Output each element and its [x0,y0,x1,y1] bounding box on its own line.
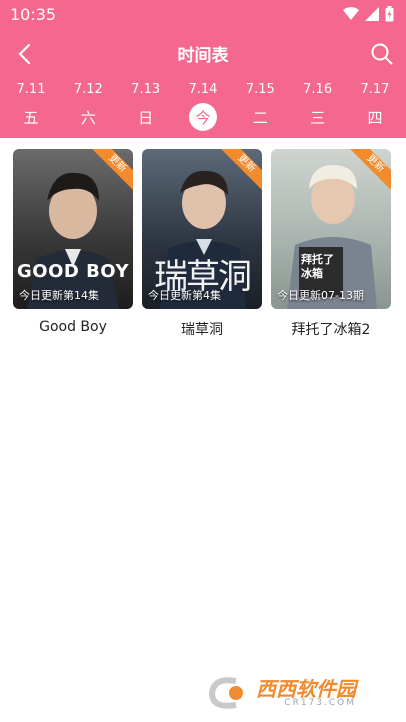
episode-update: 今日更新07-13期 [277,289,364,302]
watermark-brand: 西西软件园 [256,676,356,701]
show-title[interactable]: 瑞草洞 [142,319,262,339]
search-icon [371,43,393,65]
status-bar: 10:35 [0,0,406,28]
signal-icon [365,7,379,21]
weekday-label: 日 [138,108,154,127]
date-tab-0[interactable]: 7.11 五 [6,78,56,138]
poster-title: GOOD BOY [17,261,129,282]
weekday-label: 五 [23,108,39,127]
battery-charging-icon [385,6,394,22]
date-label: 7.14 [188,82,218,97]
poster[interactable]: 瑞草洞 更新 今日更新第4集 [142,149,262,309]
show-title[interactable]: Good Boy [13,319,133,335]
date-tab-2[interactable]: 7.13 日 [121,78,171,138]
weekday-label: 四 [367,108,383,127]
date-label: 7.16 [303,82,333,97]
date-tab-1[interactable]: 7.12 六 [63,78,113,138]
status-time: 10:35 [10,4,57,24]
date-label: 7.11 [16,82,46,97]
date-label: 7.15 [245,82,275,97]
episode-update: 今日更新第4集 [148,289,221,302]
wifi-icon [343,7,359,20]
search-button[interactable] [368,40,396,68]
status-icons [343,6,394,22]
back-arrow-icon [18,43,31,65]
update-badge: 更新 [220,149,262,191]
update-badge: 更新 [349,149,391,191]
date-tab-3[interactable]: 7.14 今 [178,78,228,138]
date-label: 7.17 [360,82,390,97]
date-tab-5[interactable]: 7.16 三 [293,78,343,138]
show-card-good-boy[interactable]: GOOD BOY 更新 今日更新第14集 Good Boy [13,149,133,339]
update-badge-label: 更新 [91,149,133,191]
weekday-label: 六 [80,108,96,127]
watermark-domain: CR173.COM [284,697,356,708]
show-list: GOOD BOY 更新 今日更新第14集 Good Boy 瑞草洞 更新 今日更… [0,138,406,339]
update-badge-label: 更新 [349,149,391,191]
date-tab-6[interactable]: 7.17 四 [350,78,400,138]
weekday-label: 二 [252,108,268,127]
cr-logo-icon [208,677,243,709]
date-tab-4[interactable]: 7.15 二 [235,78,285,138]
weekday-label: 三 [310,108,326,127]
date-selector: 7.11 五 7.12 六 7.13 日 7.14 今 7.15 二 7.16 三 7.17… [0,78,406,138]
show-card-please-take-care-fridge[interactable]: 拜托了 冰箱 更新 今日更新07-13期 拜托了冰箱2 [271,149,391,339]
watermark: 西西软件园 CR173.COM [206,674,386,712]
show-title[interactable]: 拜托了冰箱2 [271,319,391,339]
nav-bar: 时间表 [0,28,406,78]
show-card-seochodong[interactable]: 瑞草洞 更新 今日更新第4集 瑞草洞 [142,149,262,339]
date-label: 7.13 [131,82,161,97]
page-title: 时间表 [177,45,229,66]
weekday-label: 今 [188,103,217,131]
poster-title: 拜托了 冰箱 [301,253,334,280]
update-badge: 更新 [91,149,133,191]
poster[interactable]: 拜托了 冰箱 更新 今日更新07-13期 [271,149,391,309]
date-label: 7.12 [73,82,103,97]
update-badge-label: 更新 [220,149,262,191]
poster[interactable]: GOOD BOY 更新 今日更新第14集 [13,149,133,309]
back-button[interactable] [10,40,38,68]
episode-update: 今日更新第14集 [19,289,99,302]
header: 10:35 时间表 7.11 五 7.12 六 7.13 日 7.14 今 7.15 二 … [0,0,406,138]
